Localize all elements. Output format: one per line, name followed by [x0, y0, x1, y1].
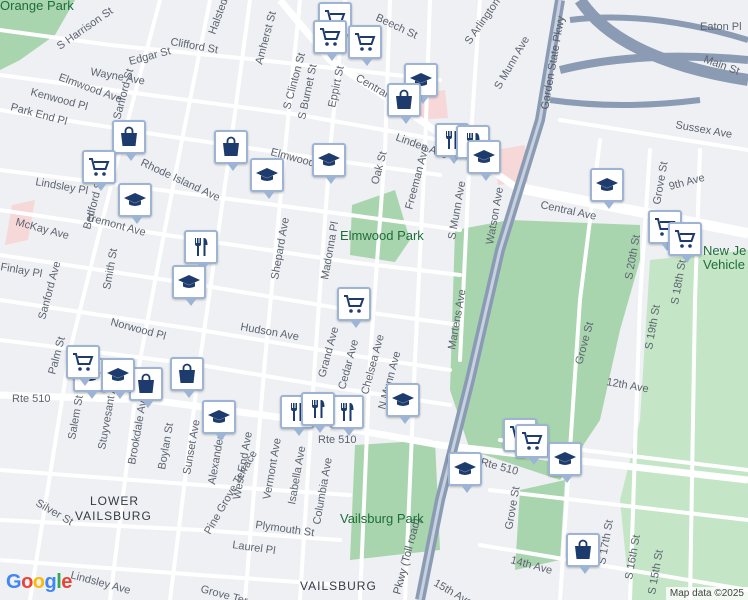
street-label: S Munn Ave — [492, 34, 532, 91]
grad-cap-icon — [472, 145, 496, 169]
cart-icon — [71, 350, 95, 374]
shopping-bag-icon — [134, 372, 158, 396]
street-label: Rte 510 — [12, 393, 51, 405]
map-attribution: Map data ©2025 — [665, 587, 748, 600]
street-label: 15th Ave — [432, 577, 475, 600]
map-pin-shopping-bag[interactable] — [387, 83, 421, 124]
place-label: VAILSBURG — [300, 579, 377, 593]
map-pin-cart[interactable] — [348, 25, 382, 66]
map-pin-shopping-bag[interactable] — [214, 130, 248, 171]
street-label: Palm St — [46, 335, 68, 375]
map-pin-grad-cap[interactable] — [548, 442, 582, 483]
map-pin-grad-cap[interactable] — [250, 158, 284, 199]
cart-icon — [520, 429, 544, 453]
street-label: Salem St — [66, 394, 86, 440]
grad-cap-icon — [553, 447, 577, 471]
map-pin-cart[interactable] — [337, 287, 371, 328]
place-label: New Je — [703, 243, 746, 258]
shopping-bag-icon — [117, 125, 141, 149]
grad-cap-icon — [207, 405, 231, 429]
map-pin-shopping-bag[interactable] — [566, 533, 600, 574]
map-pin-grad-cap[interactable] — [590, 168, 624, 209]
street-label: Freeman Ave — [403, 145, 431, 211]
place-label: Vailsburg Park — [340, 511, 424, 526]
map-pin-grad-cap[interactable] — [172, 265, 206, 306]
fork-knife-icon — [306, 397, 330, 421]
map-canvas[interactable]: S Harrison St Halsted St Clifford St Amh… — [0, 0, 748, 600]
shopping-bag-icon — [175, 362, 199, 386]
shopping-bag-icon — [219, 135, 243, 159]
street-label: Grove Ter — [199, 583, 249, 600]
street-label: Smith St — [101, 247, 120, 290]
place-label: Elmwood Park — [340, 228, 424, 243]
grad-cap-icon — [391, 388, 415, 412]
map-pin-cart[interactable] — [66, 345, 100, 386]
map-pin-shopping-bag[interactable] — [112, 120, 146, 161]
cart-icon — [673, 227, 697, 251]
street-label: Laurel Pl — [232, 539, 277, 557]
interchange-3 — [549, 97, 701, 108]
grad-cap-icon — [453, 457, 477, 481]
map-pin-fork-knife[interactable] — [184, 230, 218, 271]
map-pin-cart[interactable] — [313, 20, 347, 61]
street-label: S Arlington — [463, 0, 503, 47]
map-pin-grad-cap[interactable] — [118, 183, 152, 224]
street-label: Cedar Ave — [336, 338, 361, 391]
google-logo: Google — [6, 571, 72, 593]
cart-icon — [342, 292, 366, 316]
cart-icon — [318, 25, 342, 49]
grad-cap-icon — [255, 163, 279, 187]
cart-icon — [353, 30, 377, 54]
map-pin-fork-knife[interactable] — [301, 392, 335, 433]
street-label: Sunset Ave — [181, 419, 202, 476]
place-label: Orange Park — [0, 0, 74, 13]
map-pin-cart[interactable] — [82, 150, 116, 191]
street-label: Finlay Pl — [0, 261, 43, 280]
grad-cap-icon — [317, 148, 341, 172]
place-label: Vehicle — [703, 257, 745, 272]
map-pin-shopping-bag[interactable] — [170, 357, 204, 398]
street-label: Amherst St — [253, 10, 279, 66]
street-label: Shepard Ave — [269, 217, 292, 281]
place-label: LOWER — [90, 494, 139, 508]
map-pin-fork-knife[interactable] — [330, 395, 364, 436]
map-pin-cart[interactable] — [515, 424, 549, 465]
map-pin-grad-cap[interactable] — [101, 358, 135, 399]
street-label: Eppirt St — [326, 65, 347, 109]
map-pin-grad-cap[interactable] — [312, 143, 346, 184]
street-label: Sussex Ave — [674, 119, 732, 141]
map-pin-grad-cap[interactable] — [202, 400, 236, 441]
map-pin-grad-cap[interactable] — [467, 140, 501, 181]
street-label: Garden State Pkwy — [539, 15, 567, 111]
map-pin-grad-cap[interactable] — [386, 383, 420, 424]
fork-knife-icon — [335, 400, 359, 424]
grad-cap-icon — [177, 270, 201, 294]
place-label: VAILSBURG — [75, 509, 152, 523]
cart-icon — [87, 155, 111, 179]
shopping-bag-icon — [571, 538, 595, 562]
street-label: Lindsley Ave — [69, 569, 132, 597]
shopping-bag-icon — [392, 88, 416, 112]
grad-cap-icon — [123, 188, 147, 212]
map-pin-grad-cap[interactable] — [448, 452, 482, 493]
street-label: Boylan St — [156, 422, 176, 470]
map-pin-cart[interactable] — [668, 222, 702, 263]
grad-cap-icon — [595, 173, 619, 197]
street-label: Eaton Pl — [700, 21, 742, 33]
fork-knife-icon — [189, 235, 213, 259]
grad-cap-icon — [106, 363, 130, 387]
street-label: Central — [354, 72, 391, 100]
